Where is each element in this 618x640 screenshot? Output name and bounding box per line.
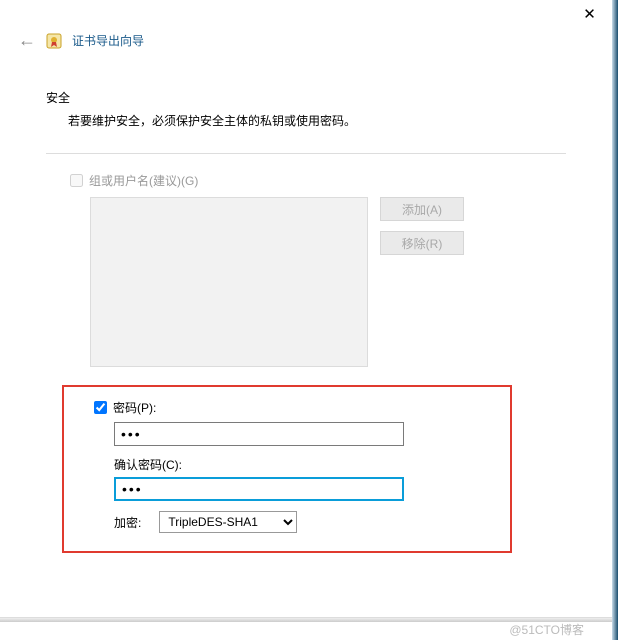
confirm-password-label: 确认密码(C):: [114, 456, 496, 473]
section-description: 若要维护安全，必须保护安全主体的私钥或使用密码。: [46, 112, 566, 129]
highlight-box: 密码(P): 确认密码(C): 加密: TripleDES-SHA1: [62, 385, 512, 553]
password-checkbox-label: 密码(P):: [113, 399, 156, 416]
certificate-icon: [46, 33, 62, 49]
wizard-title: 证书导出向导: [72, 32, 144, 49]
confirm-password-input[interactable]: [114, 477, 404, 501]
wizard-header: ← 证书导出向导: [0, 28, 612, 59]
encryption-label: 加密:: [114, 514, 141, 531]
remove-button: 移除(R): [380, 231, 464, 255]
group-users-label: 组或用户名(建议)(G): [89, 172, 198, 189]
encryption-select[interactable]: TripleDES-SHA1: [159, 511, 297, 533]
content-area: 组或用户名(建议)(G) 添加(A) 移除(R) 密码(P): 确认密码: [46, 153, 566, 553]
watermark: @51CTO博客: [509, 621, 584, 638]
dialog: ✕ ← 证书导出向导 安全 若要维护安全，必须保护安全主体的私钥或使用密码。 组…: [0, 0, 612, 617]
group-users-checkbox-row[interactable]: 组或用户名(建议)(G): [70, 172, 566, 189]
users-listbox: [90, 197, 368, 367]
titlebar: ✕: [0, 0, 612, 28]
group-users-checkbox: [70, 174, 83, 187]
section-heading: 安全: [46, 89, 566, 106]
add-button: 添加(A): [380, 197, 464, 221]
password-checkbox[interactable]: [94, 401, 107, 414]
back-button[interactable]: ←: [18, 30, 36, 51]
password-checkbox-row[interactable]: 密码(P):: [94, 399, 496, 416]
password-input[interactable]: [114, 422, 404, 446]
close-button[interactable]: ✕: [567, 0, 612, 28]
